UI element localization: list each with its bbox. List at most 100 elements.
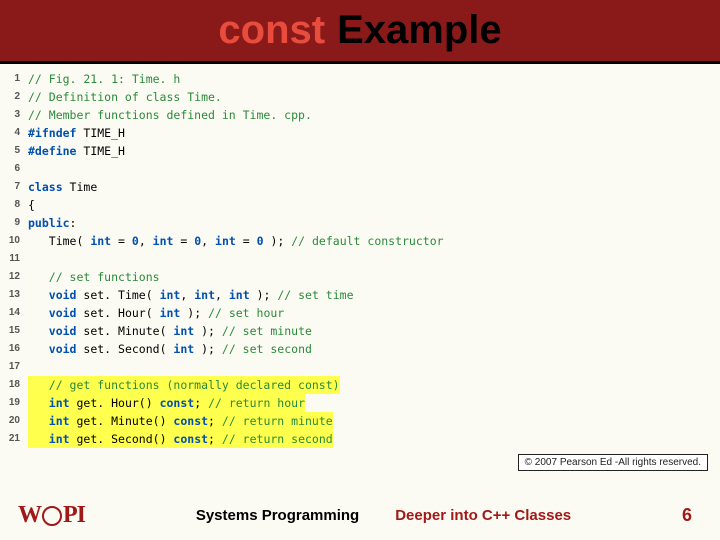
line-number: 21 — [0, 430, 28, 448]
highlighted-code: int get. Minute() const; // return minut… — [28, 412, 333, 430]
copyright-notice: © 2007 Pearson Ed -All rights reserved. — [518, 454, 708, 471]
code-line: 10 Time( int = 0, int = 0, int = 0 ); //… — [0, 232, 720, 250]
code-token: ); — [194, 342, 222, 356]
slide-footer: W PI Systems Programming Deeper into C++ … — [0, 490, 720, 540]
code-token: // return minute — [222, 414, 333, 428]
line-number: 17 — [0, 358, 28, 376]
code-token: // set functions — [49, 270, 160, 284]
line-number: 8 — [0, 196, 28, 214]
code-token: ; — [208, 432, 222, 446]
line-number: 2 — [0, 88, 28, 106]
code-content: // Fig. 21. 1: Time. h — [28, 70, 180, 88]
code-line: 13 void set. Time( int, int, int ); // s… — [0, 286, 720, 304]
code-line: 3// Member functions defined in Time. cp… — [0, 106, 720, 124]
code-token: , — [201, 234, 215, 248]
code-token: set. Hour( — [76, 306, 159, 320]
code-token: int — [229, 288, 250, 302]
code-content: public: — [28, 214, 76, 232]
code-token — [28, 306, 49, 320]
logo-letter: W — [18, 502, 41, 529]
code-content: // set functions — [28, 268, 160, 286]
code-content: int get. Second() const; // return secon… — [28, 430, 333, 448]
code-token: #define — [28, 144, 83, 158]
code-token: // Fig. 21. 1: Time. h — [28, 72, 180, 86]
code-token: int — [173, 342, 194, 356]
code-token: int — [160, 288, 181, 302]
code-token: void — [49, 324, 77, 338]
code-token — [28, 396, 49, 410]
code-token: = — [111, 234, 132, 248]
code-content: int get. Minute() const; // return minut… — [28, 412, 333, 430]
code-line: 1// Fig. 21. 1: Time. h — [0, 70, 720, 88]
code-token: get. Hour() — [70, 396, 160, 410]
code-line: 19 int get. Hour() const; // return hour — [0, 394, 720, 412]
code-line: 2// Definition of class Time. — [0, 88, 720, 106]
code-line: 9public: — [0, 214, 720, 232]
code-token: 0 — [132, 234, 139, 248]
line-number: 15 — [0, 322, 28, 340]
code-token: int — [153, 234, 174, 248]
code-token: // Definition of class Time. — [28, 90, 222, 104]
code-listing: 1// Fig. 21. 1: Time. h2// Definition of… — [0, 64, 720, 448]
code-token: ); — [180, 306, 208, 320]
code-token: int — [215, 234, 236, 248]
line-number: 1 — [0, 70, 28, 88]
line-number: 18 — [0, 376, 28, 394]
code-token: get. Second() — [70, 432, 174, 446]
code-content: // get functions (normally declared cons… — [28, 376, 340, 394]
code-token: ); — [250, 288, 278, 302]
code-token: // set time — [277, 288, 353, 302]
code-line: 12 // set functions — [0, 268, 720, 286]
code-token: // return hour — [208, 396, 305, 410]
code-token: TIME_H — [83, 144, 125, 158]
code-line: 15 void set. Minute( int ); // set minut… — [0, 322, 720, 340]
code-token: 0 — [257, 234, 264, 248]
code-token: // get functions (normally declared cons… — [49, 378, 340, 392]
highlighted-code: int get. Hour() const; // return hour — [28, 394, 305, 412]
code-token: int — [49, 414, 70, 428]
code-content: void set. Time( int, int, int ); // set … — [28, 286, 354, 304]
logo-seal-icon — [42, 506, 62, 526]
code-token: ); — [194, 324, 222, 338]
code-token: // return second — [222, 432, 333, 446]
code-token: ; — [208, 414, 222, 428]
line-number: 6 — [0, 160, 28, 178]
line-number: 3 — [0, 106, 28, 124]
code-token: // set second — [222, 342, 312, 356]
line-number: 13 — [0, 286, 28, 304]
code-token: get. Minute() — [70, 414, 174, 428]
code-line: 20 int get. Minute() const; // return mi… — [0, 412, 720, 430]
code-line: 14 void set. Hour( int ); // set hour — [0, 304, 720, 322]
code-token — [28, 288, 49, 302]
code-token: // set hour — [208, 306, 284, 320]
code-line: 11 — [0, 250, 720, 268]
code-token: , — [139, 234, 153, 248]
code-token: const — [173, 414, 208, 428]
code-line: 6 — [0, 160, 720, 178]
code-token: int — [194, 288, 215, 302]
code-content: void set. Minute( int ); // set minute — [28, 322, 312, 340]
title-text: Example — [337, 8, 502, 53]
code-token: void — [49, 342, 77, 356]
code-content: class Time — [28, 178, 97, 196]
code-content: void set. Second( int ); // set second — [28, 340, 312, 358]
code-token: void — [49, 288, 77, 302]
code-line: 7class Time — [0, 178, 720, 196]
line-number: 4 — [0, 124, 28, 142]
logo-letter: PI — [63, 502, 85, 529]
page-number: 6 — [682, 505, 692, 526]
line-number: 7 — [0, 178, 28, 196]
footer-center: Systems Programming Deeper into C++ Clas… — [85, 507, 682, 524]
code-token: ; — [194, 396, 208, 410]
code-token — [28, 432, 49, 446]
line-number: 11 — [0, 250, 28, 268]
footer-label-left: Systems Programming — [196, 507, 359, 524]
code-token — [28, 414, 49, 428]
slide-title-bar: const Example — [0, 0, 720, 64]
line-number: 5 — [0, 142, 28, 160]
code-token — [28, 378, 49, 392]
code-token: , — [180, 288, 194, 302]
code-token: Time( — [28, 234, 90, 248]
code-line: 4#ifndef TIME_H — [0, 124, 720, 142]
line-number: 14 — [0, 304, 28, 322]
